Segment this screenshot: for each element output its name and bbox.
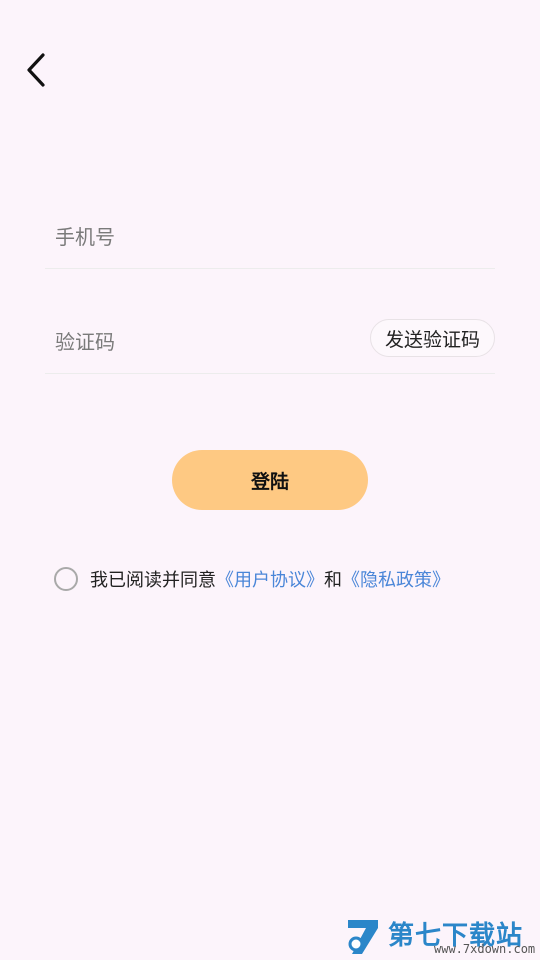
chevron-left-icon [27,53,45,87]
back-button[interactable] [18,50,54,90]
privacy-policy-link[interactable]: 《隐私政策》 [342,566,450,592]
user-agreement-link[interactable]: 《用户协议》 [216,566,324,592]
phone-field [45,206,495,269]
login-button[interactable]: 登陆 [172,450,368,510]
watermark: 第七下载站 www.7xdown.com [346,912,540,960]
code-input[interactable] [45,322,370,362]
watermark-logo-icon [348,920,378,954]
agreement-row: 我已阅读并同意 《用户协议》 和 《隐私政策》 [54,565,450,593]
agreement-and: 和 [324,570,342,591]
code-field: 发送验证码 [45,311,495,374]
agreement-checkbox[interactable] [54,567,78,591]
watermark-url: www.7xdown.com [434,942,536,956]
agreement-prefix: 我已阅读并同意 [90,570,216,591]
phone-input[interactable] [45,217,495,257]
send-code-button[interactable]: 发送验证码 [369,319,495,357]
